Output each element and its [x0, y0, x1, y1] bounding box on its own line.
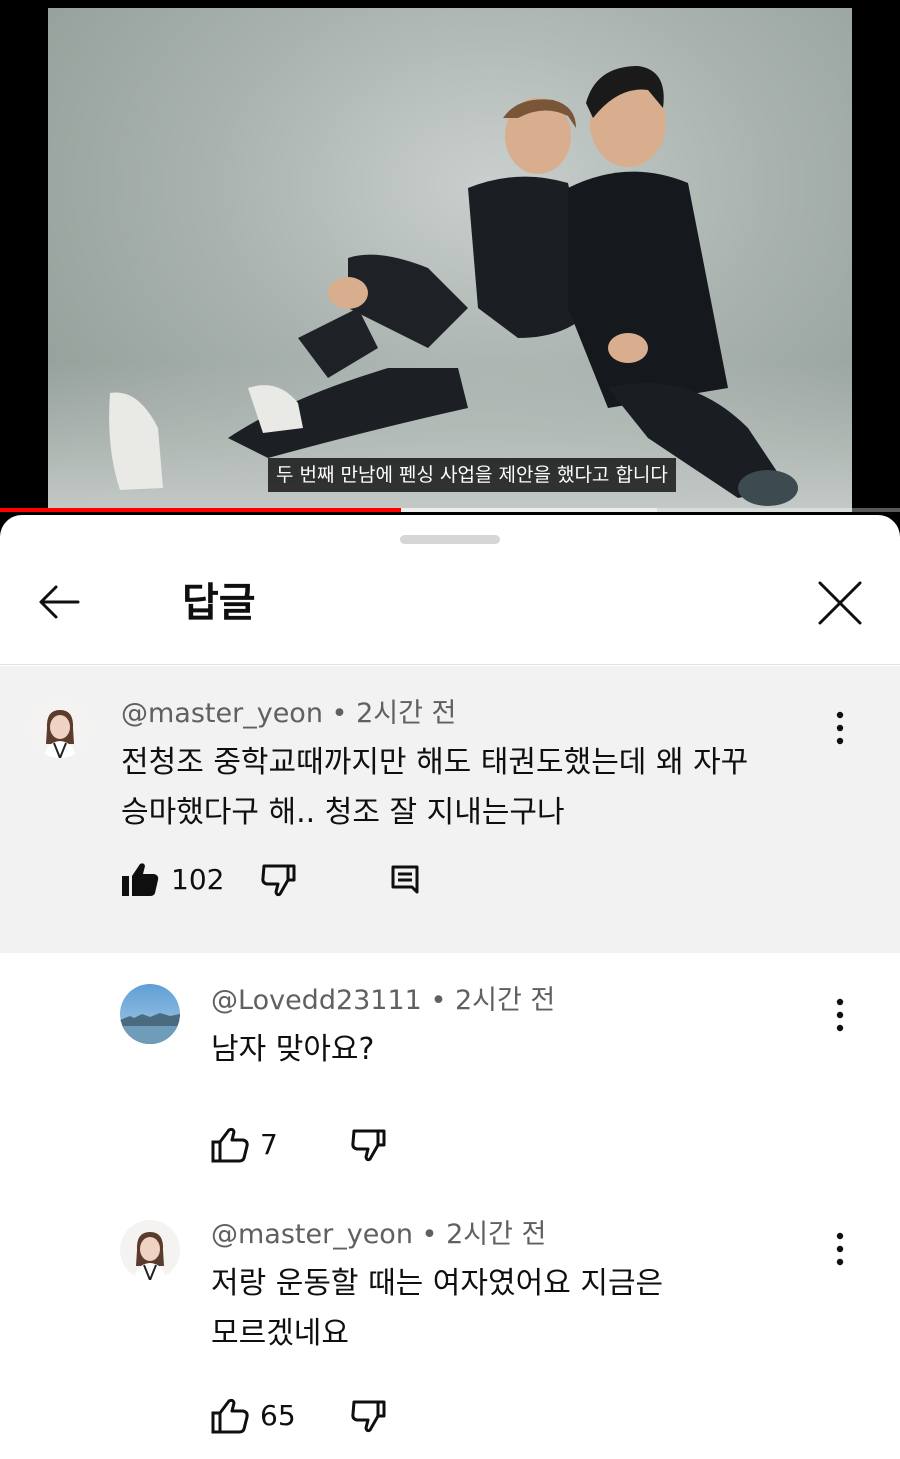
comment-text-line: 승마했다구 해.. 청조 잘 지내는구나 [121, 795, 565, 830]
replies-sheet: 답글 @master_yeon • 2시간 전 전청조 중학교때까지만 해도 태… [0, 515, 900, 1459]
comment-text-line: 저랑 운동할 때는 여자였어요 지금은 [211, 1266, 664, 1301]
comment-time: 2시간 전 [454, 985, 556, 1016]
profile-photo-landscape [120, 984, 180, 1044]
thumbs-up-icon [211, 1398, 249, 1434]
like-button[interactable] [208, 1123, 252, 1167]
like-count: 7 [260, 1128, 278, 1161]
dislike-button[interactable] [348, 1394, 392, 1438]
comment-menu-button[interactable] [820, 990, 860, 1040]
more-vertical-icon [836, 1232, 844, 1266]
thumbs-up-icon [211, 1127, 249, 1163]
video-subtitle: 두 번째 만남에 펜싱 사업을 제안을 했다고 합니다 [268, 458, 676, 492]
parent-comment: @master_yeon • 2시간 전 전청조 중학교때까지만 해도 태권도했… [0, 666, 900, 953]
like-button[interactable] [118, 858, 162, 902]
comment-time: 2시간 전 [446, 1219, 547, 1250]
dislike-button[interactable] [258, 858, 302, 902]
avatar[interactable] [30, 698, 90, 758]
comment-text: 저랑 운동할 때는 여자였어요 지금은 모르겠네요 [211, 1259, 663, 1359]
arrow-left-icon [39, 585, 80, 619]
author-name[interactable]: @Lovedd23111 [211, 985, 422, 1016]
sheet-header: 답글 [0, 555, 900, 665]
comment-text: 남자 맞아요? [211, 1025, 374, 1075]
author-name[interactable]: @master_yeon [121, 698, 323, 729]
meta-separator: • [331, 698, 348, 729]
meta-separator: • [430, 985, 447, 1016]
more-vertical-icon [836, 998, 844, 1032]
author-name[interactable]: @master_yeon [211, 1219, 413, 1250]
more-vertical-icon [836, 711, 844, 745]
comment-menu-button[interactable] [820, 1224, 860, 1274]
progress-buffered [400, 508, 657, 512]
reply-comment-icon [391, 865, 419, 894]
drag-handle[interactable] [400, 535, 500, 544]
thumbs-down-icon [351, 1129, 386, 1162]
profile-photo-woman [120, 1220, 180, 1280]
close-icon [818, 581, 862, 625]
page-title: 답글 [182, 580, 256, 626]
like-count: 65 [260, 1399, 296, 1432]
avatar[interactable] [120, 1220, 180, 1280]
reply-comment: @master_yeon • 2시간 전 저랑 운동할 때는 여자였어요 지금은… [0, 1188, 900, 1459]
thumbs-up-filled-icon [122, 863, 159, 896]
comment-text-line: 남자 맞아요? [211, 1032, 375, 1067]
video-player[interactable]: 두 번째 만남에 펜싱 사업을 제안을 했다고 합니다 [0, 0, 900, 515]
video-frame: 두 번째 만남에 펜싱 사업을 제안을 했다고 합니다 [48, 8, 852, 512]
thumbs-down-icon [261, 864, 296, 897]
like-button[interactable] [208, 1394, 252, 1438]
comment-text-line: 전청조 중학교때까지만 해도 태권도했는데 왜 자꾸 [121, 745, 749, 780]
reply-button[interactable] [383, 858, 427, 902]
dislike-button[interactable] [348, 1123, 392, 1167]
comment-text-line: 모르겠네요 [211, 1316, 349, 1351]
profile-photo-woman [30, 698, 90, 758]
video-progress-bar[interactable] [0, 508, 900, 512]
comment-text: 전청조 중학교때까지만 해도 태권도했는데 왜 자꾸 승마했다구 해.. 청조 … [121, 738, 748, 838]
meta-separator: • [421, 1219, 438, 1250]
thumbs-down-icon [351, 1400, 386, 1433]
reply-comment: @Lovedd23111 • 2시간 전 남자 맞아요? 7 [0, 953, 900, 1188]
comment-menu-button[interactable] [820, 703, 860, 753]
video-scene-people [109, 66, 798, 506]
progress-played [0, 508, 401, 512]
close-button[interactable] [810, 577, 870, 629]
avatar[interactable] [120, 984, 180, 1044]
comment-meta: @master_yeon • 2시간 전 [121, 696, 456, 732]
like-count: 102 [171, 863, 225, 896]
comment-meta: @master_yeon • 2시간 전 [211, 1217, 546, 1253]
back-button[interactable] [30, 577, 90, 627]
comment-meta: @Lovedd23111 • 2시간 전 [211, 983, 555, 1019]
comment-time: 2시간 전 [356, 698, 457, 729]
